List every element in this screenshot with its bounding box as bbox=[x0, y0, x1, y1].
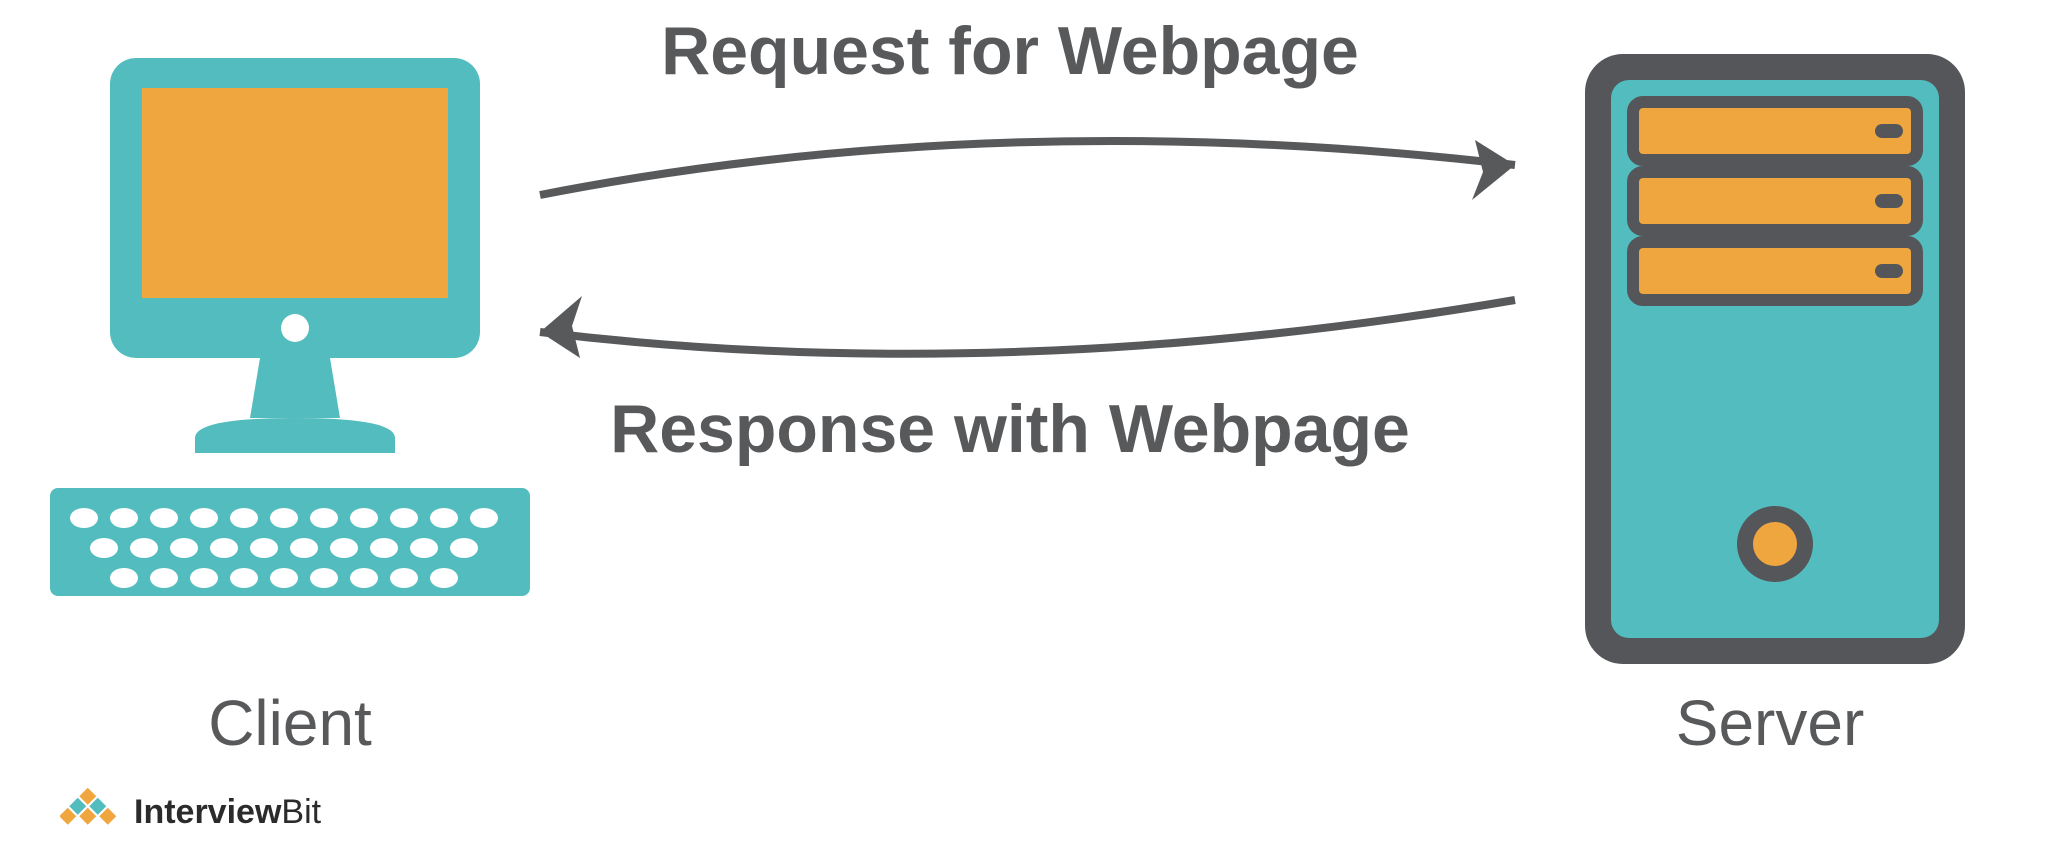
client-server-diagram: Request for Webpage Response with Webpag… bbox=[0, 0, 2048, 855]
client-computer-icon bbox=[50, 58, 530, 678]
request-label: Request for Webpage bbox=[560, 12, 1460, 90]
interviewbit-logo-icon bbox=[60, 788, 124, 836]
brand-name: InterviewBit bbox=[134, 793, 321, 832]
server-tower-icon bbox=[1575, 44, 1975, 674]
client-label: Client bbox=[120, 686, 460, 760]
server-label: Server bbox=[1600, 686, 1940, 760]
response-label: Response with Webpage bbox=[560, 390, 1460, 468]
branding: InterviewBit bbox=[60, 788, 321, 836]
